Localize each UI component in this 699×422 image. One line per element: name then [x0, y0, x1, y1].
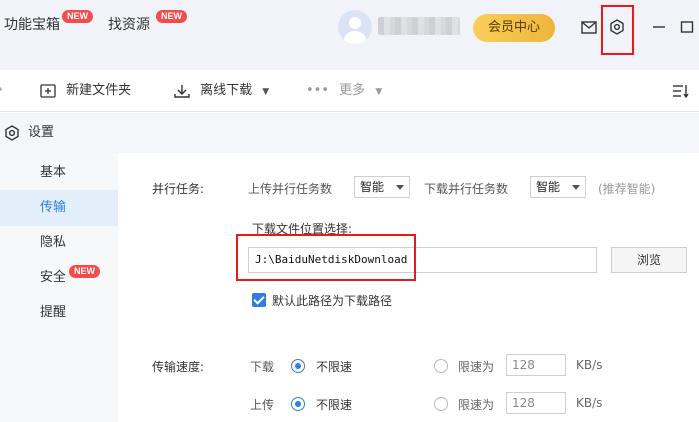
upload-parallel-select[interactable]: 智能	[354, 176, 410, 198]
new-folder-icon	[40, 83, 56, 98]
vip-center-button[interactable]: 会员中心	[473, 14, 555, 42]
chevron-down-icon	[572, 185, 580, 190]
download-limit-radio[interactable]	[434, 359, 448, 373]
settings-title-bar: 设置	[0, 113, 699, 153]
upload-limit-label: 限速为	[458, 398, 495, 412]
parallel-tasks-label: 并行任务:	[152, 182, 205, 196]
path-highlight-box	[236, 234, 416, 281]
download-unit-label: KB/s	[576, 358, 603, 372]
download-unlimited-label: 不限速	[316, 360, 353, 374]
menu-item-privacy[interactable]: 隐私	[0, 225, 118, 261]
menu-item-security[interactable]: 安全	[0, 260, 118, 296]
download-unlimited-radio[interactable]	[291, 359, 305, 373]
more-dots-icon: •••	[306, 83, 330, 98]
chevron-down-icon: ▼	[375, 87, 383, 97]
menu-item-transfer[interactable]: 传输	[0, 190, 118, 226]
transfer-speed-label: 传输速度:	[152, 360, 205, 374]
browse-button[interactable]: 浏览	[611, 247, 687, 273]
tab-find-resources[interactable]: 找资源	[108, 14, 150, 34]
new-folder-label: 新建文件夹	[66, 83, 132, 98]
upload-speed-label: 上传	[250, 398, 275, 412]
upload-parallel-label: 上传并行任务数	[248, 182, 333, 196]
tab-toolbox[interactable]: 功能宝箱	[4, 14, 60, 34]
upload-unlimited-label: 不限速	[316, 398, 353, 412]
upload-limit-input[interactable]: 128	[506, 392, 566, 414]
default-path-checkbox[interactable]	[252, 293, 266, 307]
more-label: 更多	[339, 83, 366, 98]
new-folder-button[interactable]: 新建文件夹	[40, 70, 131, 112]
upload-unlimited-radio[interactable]	[291, 397, 305, 411]
menu-item-basic[interactable]: 基本	[0, 155, 118, 191]
sort-icon[interactable]	[672, 70, 690, 112]
new-badge: NEW	[69, 265, 100, 278]
download-limit-input[interactable]: 128	[506, 354, 566, 376]
download-parallel-value: 智能	[536, 180, 561, 194]
new-badge: NEW	[156, 10, 187, 23]
download-parallel-label: 下载并行任务数	[424, 182, 509, 196]
more-button[interactable]: ••• 更多 ▼	[306, 70, 382, 112]
offline-download-label: 离线下载	[200, 83, 253, 98]
username-blurred	[378, 17, 460, 35]
chevron-down-icon	[396, 185, 404, 190]
minimize-icon[interactable]	[646, 14, 672, 40]
toolbar-overflow-dot: •	[0, 70, 4, 112]
chevron-down-icon: ▼	[262, 87, 270, 97]
download-parallel-select[interactable]: 智能	[530, 176, 586, 198]
top-bar: 功能宝箱 NEW 找资源 NEW 会员中心	[0, 0, 699, 70]
upload-parallel-value: 智能	[360, 180, 385, 194]
menu-item-reminder[interactable]: 提醒	[0, 295, 118, 331]
upload-unit-label: KB/s	[576, 396, 603, 410]
download-icon	[174, 84, 190, 98]
toolbar: • 新建文件夹 离线下载 ▼ ••• 更多 ▼	[0, 70, 699, 112]
avatar[interactable]	[338, 10, 372, 44]
offline-download-button[interactable]: 离线下载 ▼	[174, 70, 269, 112]
settings-side-menu: 基本 传输 隐私 安全 NEW 提醒	[0, 153, 118, 422]
settings-gear-icon	[4, 125, 20, 145]
gear-highlight-box	[601, 5, 634, 55]
settings-title: 设置	[28, 125, 55, 140]
mail-icon[interactable]	[576, 14, 602, 40]
recommend-hint: (推荐智能)	[598, 182, 656, 196]
upload-limit-radio[interactable]	[434, 397, 448, 411]
download-limit-label: 限速为	[458, 360, 495, 374]
maximize-icon[interactable]	[674, 14, 699, 40]
download-speed-label: 下载	[250, 360, 275, 374]
default-path-label: 默认此路径为下载路径	[272, 294, 393, 308]
new-badge: NEW	[62, 10, 93, 23]
